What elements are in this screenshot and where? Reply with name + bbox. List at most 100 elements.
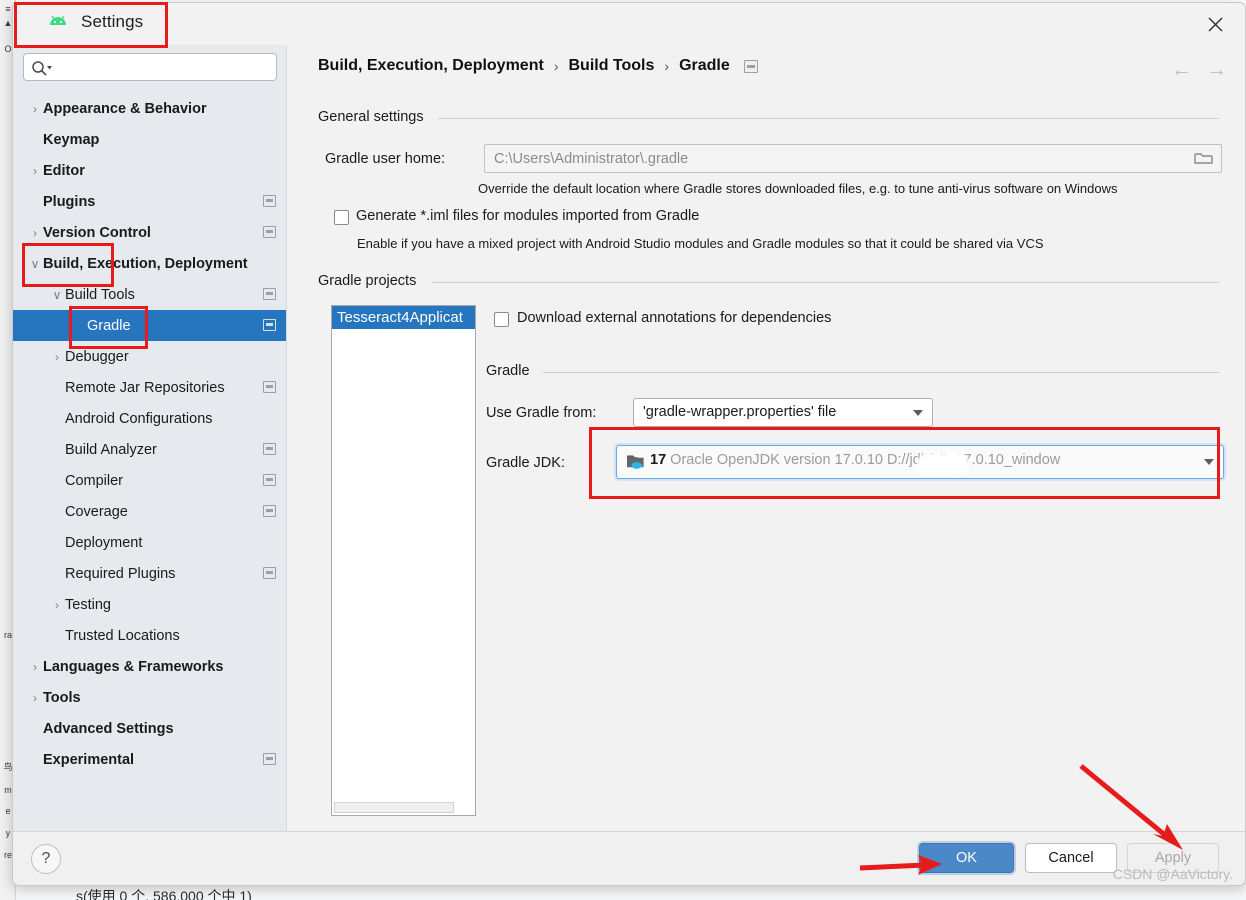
back-arrow-icon[interactable]: ← bbox=[1171, 59, 1192, 80]
sidebar-item-label: Testing bbox=[65, 596, 111, 613]
sidebar-item-label: Appearance & Behavior bbox=[43, 100, 207, 117]
sidebar-item-plugins[interactable]: Plugins bbox=[13, 186, 286, 217]
sidebar-item-label: Plugins bbox=[43, 193, 96, 210]
chevron-down-icon[interactable]: ∨ bbox=[27, 257, 43, 271]
chevron-down-icon[interactable]: ∨ bbox=[49, 288, 65, 302]
sidebar-item-testing[interactable]: › Testing bbox=[13, 589, 286, 620]
sidebar-item-label: Experimental bbox=[43, 751, 135, 768]
chevron-right-icon[interactable]: › bbox=[27, 660, 43, 674]
settings-badge-icon bbox=[263, 474, 276, 486]
sidebar-item-label: Editor bbox=[43, 162, 85, 179]
sidebar-item-label: Required Plugins bbox=[65, 565, 176, 582]
gradle-projects-list[interactable]: Tesseract4Applicat bbox=[331, 305, 476, 816]
sidebar-item-label: Keymap bbox=[43, 131, 100, 148]
settings-badge-icon bbox=[263, 567, 276, 579]
gradle-jdk-value: 17 Oracle OpenJDK version 17.0.10 D://jd… bbox=[650, 452, 1060, 468]
chevron-right-icon[interactable]: › bbox=[49, 350, 65, 364]
chevron-right-icon[interactable]: › bbox=[27, 164, 43, 178]
sidebar-item-build-tools[interactable]: ∨ Build Tools bbox=[13, 279, 286, 310]
sidebar-item-keymap[interactable]: Keymap bbox=[13, 124, 286, 155]
gradle-jdk-version: 17 bbox=[650, 452, 667, 468]
sidebar-item-label: Remote Jar Repositories bbox=[65, 379, 225, 396]
sidebar-item-label: Gradle bbox=[87, 317, 131, 334]
gradle-jdk-combobox[interactable]: 17 Oracle OpenJDK version 17.0.10 D://jd… bbox=[616, 445, 1224, 479]
breadcrumb-part-1[interactable]: Build, Execution, Deployment bbox=[318, 57, 544, 75]
chevron-right-icon[interactable]: › bbox=[27, 102, 43, 116]
settings-sidebar: › Appearance & Behavior Keymap › Editor Plugi… bbox=[13, 45, 287, 831]
sidebar-item-debugger[interactable]: › Debugger bbox=[13, 341, 286, 372]
generate-iml-hint: Enable if you have a mixed project with … bbox=[357, 236, 1044, 251]
chevron-down-icon bbox=[913, 410, 923, 416]
search-box[interactable] bbox=[23, 53, 277, 81]
sidebar-item-appearance-behavior[interactable]: › Appearance & Behavior bbox=[13, 93, 286, 124]
download-annotations-checkbox[interactable] bbox=[494, 312, 509, 327]
settings-dialog: Settings › Appearance & Behavior Keymap › Ed… bbox=[12, 2, 1246, 886]
generate-iml-checkbox[interactable] bbox=[334, 210, 349, 225]
folder-browse-icon[interactable] bbox=[1192, 149, 1216, 169]
redacted-path-overlay bbox=[917, 453, 969, 474]
dialog-footer: ? OK Cancel Apply CSDN @AaVictory. bbox=[13, 831, 1245, 885]
gradle-user-home-label: Gradle user home: bbox=[325, 151, 446, 167]
sidebar-item-trusted-locations[interactable]: Trusted Locations bbox=[13, 620, 286, 651]
sidebar-item-remote-jar-repositories[interactable]: Remote Jar Repositories bbox=[13, 372, 286, 403]
breadcrumb-separator-2: › bbox=[664, 58, 670, 74]
sidebar-item-languages-frameworks[interactable]: › Languages & Frameworks bbox=[13, 651, 286, 682]
sidebar-item-tools[interactable]: › Tools bbox=[13, 682, 286, 713]
sidebar-item-coverage[interactable]: Coverage bbox=[13, 496, 286, 527]
use-gradle-from-combobox[interactable]: 'gradle-wrapper.properties' file bbox=[633, 398, 933, 427]
sidebar-item-gradle[interactable]: Gradle bbox=[13, 310, 286, 341]
gradle-jdk-desc-pre: Oracle OpenJDK version 17.0.10 D:/ bbox=[670, 452, 906, 468]
breadcrumb-part-2[interactable]: Build Tools bbox=[568, 57, 654, 75]
settings-badge-icon bbox=[263, 226, 276, 238]
generate-iml-label: Generate *.iml files for modules importe… bbox=[356, 208, 700, 224]
android-icon bbox=[47, 14, 69, 32]
sidebar-item-build-execution-deployment[interactable]: ∨ Build, Execution, Deployment bbox=[13, 248, 286, 279]
ok-button[interactable]: OK bbox=[919, 843, 1014, 873]
sidebar-item-label: Trusted Locations bbox=[65, 627, 180, 644]
close-icon[interactable] bbox=[1195, 8, 1235, 40]
sidebar-item-label: Deployment bbox=[65, 534, 143, 551]
sidebar-item-label: Debugger bbox=[65, 348, 129, 365]
search-icon bbox=[30, 58, 52, 78]
project-list-hscrollbar[interactable] bbox=[334, 802, 454, 813]
use-gradle-from-label: Use Gradle from: bbox=[486, 405, 597, 421]
sidebar-item-label: Coverage bbox=[65, 503, 128, 520]
settings-badge-icon bbox=[263, 288, 276, 300]
breadcrumb-part-3[interactable]: Gradle bbox=[679, 57, 730, 75]
chevron-right-icon[interactable]: › bbox=[49, 598, 65, 612]
forward-arrow-icon[interactable]: → bbox=[1206, 59, 1227, 80]
list-item[interactable]: Tesseract4Applicat bbox=[332, 306, 475, 329]
sidebar-item-advanced-settings[interactable]: Advanced Settings bbox=[13, 713, 286, 744]
settings-badge-icon bbox=[263, 381, 276, 393]
use-gradle-from-value: 'gradle-wrapper.properties' file bbox=[643, 404, 837, 420]
settings-badge-icon bbox=[263, 753, 276, 765]
chevron-right-icon[interactable]: › bbox=[27, 226, 43, 240]
sidebar-item-label: Version Control bbox=[43, 224, 151, 241]
gradle-group-rule bbox=[543, 372, 1219, 373]
chevron-down-icon bbox=[1204, 459, 1214, 465]
gradle-user-home-value: C:\Users\Administrator\.gradle bbox=[494, 151, 689, 167]
gradle-user-home-hint: Override the default location where Grad… bbox=[478, 181, 1118, 196]
settings-main-panel: Build, Execution, Deployment › Build Too… bbox=[288, 45, 1245, 831]
chevron-right-icon[interactable]: › bbox=[27, 691, 43, 705]
help-button[interactable]: ? bbox=[31, 844, 61, 874]
sidebar-item-deployment[interactable]: Deployment bbox=[13, 527, 286, 558]
sidebar-item-build-analyzer[interactable]: Build Analyzer bbox=[13, 434, 286, 465]
sidebar-item-compiler[interactable]: Compiler bbox=[13, 465, 286, 496]
cancel-button[interactable]: Cancel bbox=[1025, 843, 1117, 873]
gradle-user-home-field[interactable]: C:\Users\Administrator\.gradle bbox=[484, 144, 1222, 173]
sidebar-item-required-plugins[interactable]: Required Plugins bbox=[13, 558, 286, 589]
settings-tree: › Appearance & Behavior Keymap › Editor Plugi… bbox=[13, 93, 286, 831]
sidebar-item-label: Tools bbox=[43, 689, 81, 706]
sidebar-item-experimental[interactable]: Experimental bbox=[13, 744, 286, 775]
sidebar-item-label: Advanced Settings bbox=[43, 720, 174, 737]
general-settings-group-title: General settings bbox=[318, 109, 433, 125]
download-annotations-label: Download external annotations for depend… bbox=[517, 310, 832, 326]
sidebar-item-android-configurations[interactable]: Android Configurations bbox=[13, 403, 286, 434]
sidebar-item-label: Build Analyzer bbox=[65, 441, 157, 458]
sidebar-item-label: Build, Execution, Deployment bbox=[43, 255, 248, 272]
sidebar-item-editor[interactable]: › Editor bbox=[13, 155, 286, 186]
sidebar-item-version-control[interactable]: › Version Control bbox=[13, 217, 286, 248]
jdk-folder-icon bbox=[626, 453, 645, 470]
search-input[interactable] bbox=[56, 54, 272, 80]
